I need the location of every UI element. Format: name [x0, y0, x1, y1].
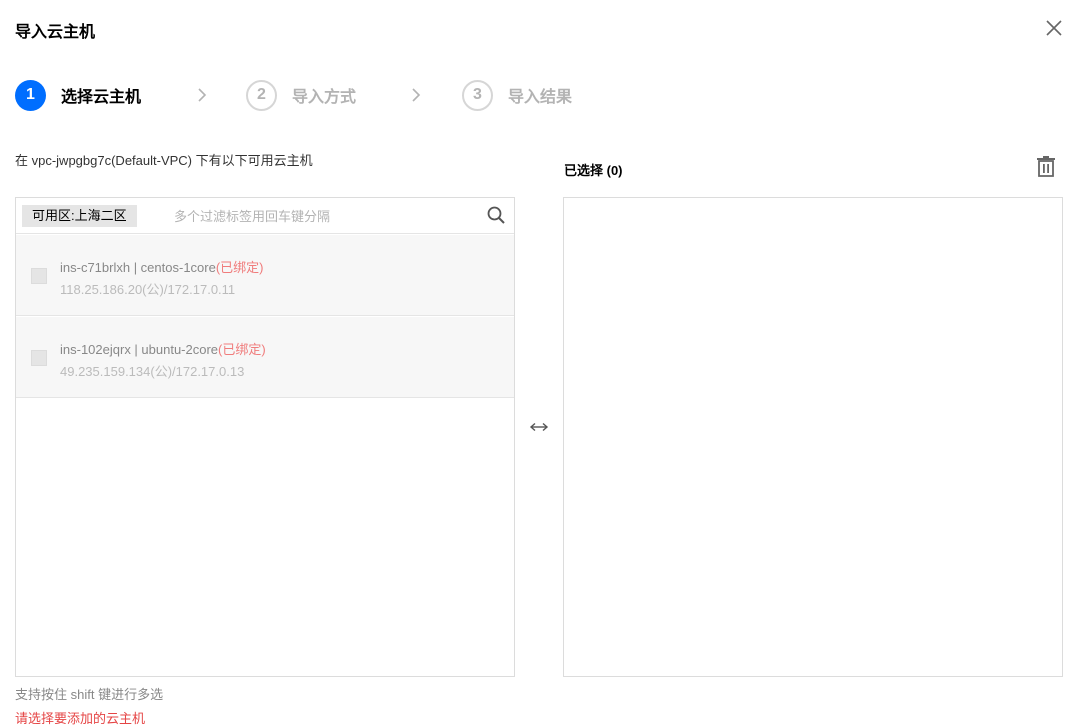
chevron-right-icon [198, 88, 207, 102]
available-instances-panel: 可用区:上海二区 ins-c71brlxh | centos-1core(已绑定… [15, 197, 515, 677]
step-number: 2 [246, 79, 277, 111]
chevron-right-icon [412, 88, 421, 102]
step-import-result[interactable]: 3 导入结果 [462, 79, 572, 111]
step-label: 选择云主机 [61, 87, 142, 106]
trash-icon[interactable] [1036, 156, 1056, 178]
instance-ip: 118.25.186.20(公)/172.17.0.11 [60, 282, 236, 297]
selected-title: 已选择 (0) [564, 163, 623, 178]
step-import-method[interactable]: 2 导入方式 [246, 79, 356, 111]
bound-status: (已绑定) [215, 260, 264, 275]
instance-name: ins-102ejqrx | ubuntu-2core(已绑定) [60, 339, 266, 358]
steps-bar: 1 选择云主机 2 导入方式 3 导入结果 [15, 79, 635, 111]
step-label: 导入方式 [292, 87, 357, 106]
search-icon[interactable] [486, 205, 506, 225]
instance-name: ins-c71brlxh | centos-1core(已绑定) [60, 257, 264, 276]
tag-search-bar: 可用区:上海二区 [16, 198, 514, 234]
instance-name-text: ins-c71brlxh | centos-1core [60, 260, 216, 275]
step-select-instance[interactable]: 1 选择云主机 [15, 79, 141, 111]
tag-filter-input[interactable] [174, 204, 474, 228]
selected-instances-panel [563, 197, 1063, 677]
multiselect-hint: 支持按住 shift 键进行多选 [15, 687, 164, 702]
close-icon[interactable] [1044, 18, 1064, 38]
instance-checkbox[interactable] [31, 268, 47, 284]
instance-list-item[interactable]: ins-102ejqrx | ubuntu-2core(已绑定) 49.235.… [16, 317, 514, 398]
dialog-title: 导入云主机 [15, 22, 96, 41]
zone-filter-tag[interactable]: 可用区:上海二区 [22, 205, 137, 227]
import-instance-dialog: 导入云主机 1 选择云主机 2 导入方式 3 导入结果 在 vpc-jwpgbg… [0, 0, 1080, 727]
step-number: 1 [15, 79, 46, 111]
instance-name-text: ins-102ejqrx | ubuntu-2core [60, 342, 219, 357]
available-instances-description: 在 vpc-jwpgbg7c(Default-VPC) 下有以下可用云主机 [15, 153, 313, 168]
bound-status: (已绑定) [218, 342, 266, 357]
validation-error: 请选择要添加的云主机 [15, 711, 146, 726]
instance-ip: 49.235.159.134(公)/172.17.0.13 [60, 364, 245, 379]
instance-checkbox[interactable] [31, 350, 47, 366]
transfer-arrows-icon [529, 422, 549, 432]
step-number: 3 [462, 79, 493, 111]
step-label: 导入结果 [508, 87, 573, 106]
instance-list-item[interactable]: ins-c71brlxh | centos-1core(已绑定) 118.25.… [16, 235, 514, 316]
